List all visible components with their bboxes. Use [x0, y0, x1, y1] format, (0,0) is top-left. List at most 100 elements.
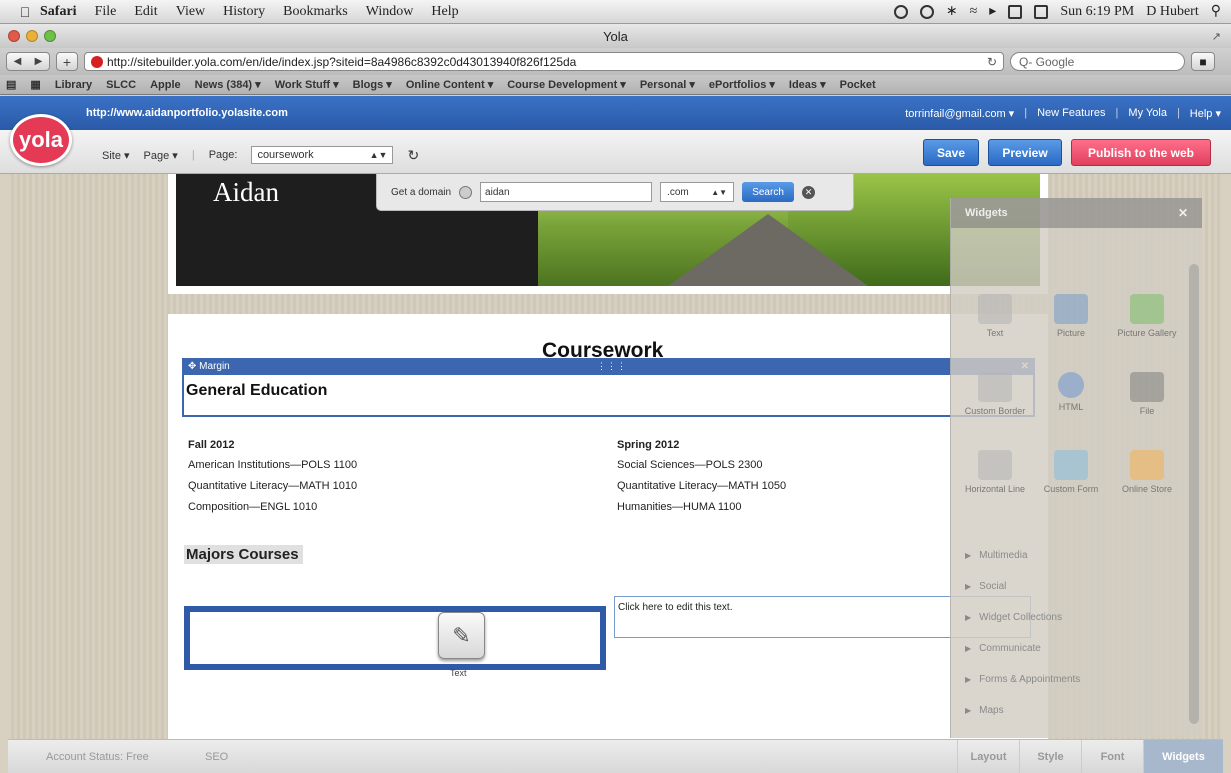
widget-custom-form[interactable]: Custom Form [1033, 450, 1109, 494]
battery-icon[interactable] [1034, 4, 1049, 19]
fall-column[interactable]: Fall 2012 American Institutions—POLS 110… [188, 439, 357, 522]
sync-icon[interactable] [893, 4, 908, 19]
bookmark-pocket[interactable]: Pocket [840, 79, 876, 91]
my-yola-link[interactable]: My Yola [1128, 107, 1167, 120]
bookmark-work-stuff[interactable]: Work Stuff ▾ [275, 78, 339, 91]
address-bar[interactable]: http://sitebuilder.yola.com/en/ide/index… [84, 52, 1004, 71]
widget-horizontal-line[interactable]: Horizontal Line [957, 450, 1033, 494]
menu-edit[interactable]: Edit [134, 4, 157, 20]
domain-search-button[interactable]: Search [742, 182, 795, 202]
bookmark-online-content[interactable]: Online Content ▾ [406, 78, 493, 91]
bluetooth-icon[interactable]: ∗ [946, 3, 958, 20]
widgets-panel-header[interactable]: Widgets ✕ [951, 198, 1202, 228]
bookmark-eportfolios[interactable]: ePortfolios ▾ [709, 78, 775, 91]
widget-file[interactable]: File [1109, 372, 1185, 416]
forward-icon[interactable]: ▶ [35, 56, 43, 67]
bookmark-course-development[interactable]: Course Development ▾ [507, 78, 626, 91]
bookmark-personal[interactable]: Personal ▾ [640, 78, 695, 91]
menu-file[interactable]: File [95, 4, 117, 20]
tab-style[interactable]: Style [1019, 740, 1081, 773]
widget-html[interactable]: HTML [1033, 372, 1109, 412]
save-button[interactable]: Save [923, 139, 979, 166]
back-forward-buttons[interactable]: ◀ ▶ [6, 52, 50, 71]
menu-help[interactable]: Help [431, 4, 458, 20]
page-menu[interactable]: Page ▾ [144, 149, 178, 162]
account-email-menu[interactable]: torrinfail@gmail.com ▾ [905, 107, 1014, 120]
page-select-label: Page: [208, 149, 238, 161]
domain-input[interactable]: aidan [480, 182, 653, 202]
seo-link[interactable]: SEO [205, 751, 228, 763]
fall-term-heading: Fall 2012 [188, 439, 235, 451]
page-menu-button[interactable]: ■ [1191, 52, 1215, 71]
widget-section-communicate[interactable]: ▶ Communicate [965, 643, 1041, 654]
site-title[interactable]: Aidan [213, 177, 279, 208]
add-bookmark-button[interactable]: + [56, 52, 78, 71]
widget-online-store[interactable]: Online Store [1109, 450, 1185, 494]
refresh-icon[interactable]: ↻ [407, 147, 419, 164]
bookmark-apple[interactable]: Apple [150, 79, 181, 91]
close-icon[interactable]: ✕ [802, 185, 816, 199]
course-item: Humanities—HUMA 1100 [617, 501, 742, 513]
menu-safari[interactable]: Safari [40, 4, 77, 20]
bookmark-news[interactable]: News (384) ▾ [195, 78, 261, 91]
yola-logo[interactable]: yola [10, 114, 72, 166]
widget-section-forms[interactable]: ▶ Forms & Appointments [965, 674, 1080, 685]
search-input[interactable]: Q- Google [1010, 52, 1185, 71]
volume-icon[interactable]: ▸ [989, 3, 996, 20]
site-menu[interactable]: Site ▾ [102, 149, 130, 162]
apple-icon[interactable]:  [10, 4, 40, 20]
move-icon[interactable]: ✥ [188, 361, 199, 372]
zoom-window-button[interactable] [44, 30, 56, 42]
tab-layout[interactable]: Layout [957, 740, 1019, 773]
menu-window[interactable]: Window [366, 4, 414, 20]
widget-custom-border[interactable]: Custom Border [957, 372, 1033, 416]
widget-picture[interactable]: Picture [1033, 294, 1109, 338]
minimize-window-button[interactable] [26, 30, 38, 42]
fullscreen-icon[interactable]: ↗ [1212, 30, 1221, 43]
widgets-scrollbar[interactable] [1189, 264, 1199, 724]
widget-picture-gallery[interactable]: Picture Gallery [1109, 294, 1185, 338]
top-sites-icon[interactable]: ▦ [30, 78, 40, 91]
widget-section-collections[interactable]: ▶ Widget Collections [965, 612, 1062, 623]
menu-view[interactable]: View [176, 4, 205, 20]
margin-widget-bar[interactable]: ✥ Margin ⋮⋮⋮ ✕ [182, 358, 1035, 375]
menu-history[interactable]: History [223, 4, 265, 20]
domain-extension-select[interactable]: .com ▲▼ [660, 182, 735, 202]
widget-drop-zone[interactable] [184, 606, 606, 670]
back-icon[interactable]: ◀ [14, 56, 22, 67]
bookmark-library[interactable]: Library [55, 79, 92, 91]
preview-button[interactable]: Preview [988, 139, 1062, 166]
tab-widgets[interactable]: Widgets [1143, 740, 1223, 773]
widget-text[interactable]: Text [957, 294, 1033, 338]
new-features-link[interactable]: New Features [1037, 107, 1105, 120]
section-heading-general-education[interactable]: General Education [186, 382, 327, 400]
user-name[interactable]: D Hubert [1146, 4, 1199, 20]
caret-right-icon: ▶ [965, 582, 972, 591]
course-item: American Institutions—POLS 1100 [188, 459, 358, 471]
widget-section-social[interactable]: ▶ Social [965, 581, 1006, 592]
text-widget-drag-icon[interactable]: ✎ [438, 612, 485, 659]
spotlight-icon[interactable]: ⚲ [1211, 3, 1221, 20]
page-select[interactable]: coursework ▲▼ [251, 146, 394, 164]
drag-handle-icon[interactable]: ⋮⋮⋮ [597, 361, 627, 372]
bookmark-ideas[interactable]: Ideas ▾ [789, 78, 826, 91]
menu-bookmarks[interactable]: Bookmarks [283, 4, 348, 20]
tab-font[interactable]: Font [1081, 740, 1143, 773]
section-heading-majors-courses[interactable]: Majors Courses [184, 545, 303, 564]
bookmark-blogs[interactable]: Blogs ▾ [353, 78, 392, 91]
reload-icon[interactable]: ↻ [987, 55, 997, 69]
spring-column[interactable]: Spring 2012 Social Sciences—POLS 2300 Qu… [617, 439, 786, 522]
publish-button[interactable]: Publish to the web [1071, 139, 1211, 166]
bookmark-slcc[interactable]: SLCC [106, 79, 136, 91]
display-icon[interactable] [1008, 4, 1023, 19]
help-menu[interactable]: Help ▾ [1190, 107, 1221, 120]
reader-icon[interactable]: ▤ [6, 78, 16, 91]
close-window-button[interactable] [8, 30, 20, 42]
wifi-icon[interactable]: ≈ [970, 4, 978, 20]
widget-section-multimedia[interactable]: ▶ Multimedia [965, 550, 1028, 561]
close-icon[interactable]: ✕ [1178, 206, 1188, 220]
site-url-link[interactable]: http://www.aidanportfolio.yolasite.com [86, 107, 288, 119]
timer-icon[interactable] [919, 4, 934, 19]
clock[interactable]: Sun 6:19 PM [1060, 4, 1134, 20]
widget-section-maps[interactable]: ▶ Maps [965, 705, 1004, 716]
